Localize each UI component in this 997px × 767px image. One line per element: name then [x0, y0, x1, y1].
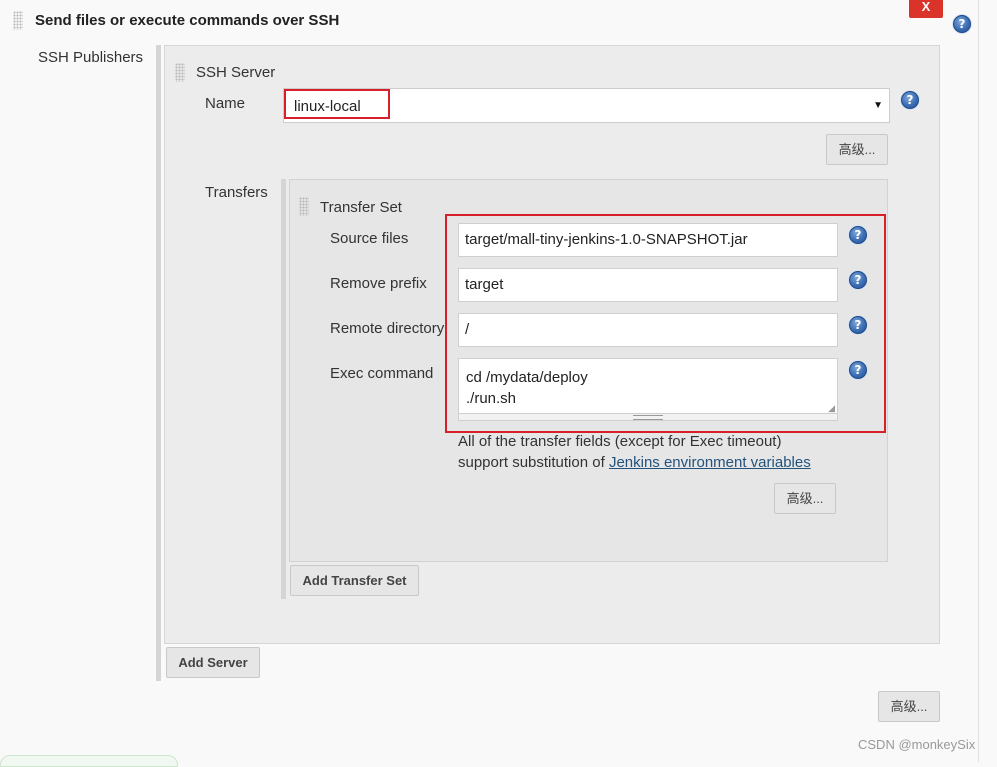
drag-handle-icon[interactable]	[13, 11, 23, 30]
transfer-note: All of the transfer fields (except for E…	[458, 433, 782, 450]
remote-directory-label: Remote directory	[330, 320, 445, 337]
delete-step-button[interactable]: X	[909, 0, 943, 18]
server-advanced-button[interactable]: 高级...	[826, 134, 888, 165]
transfer-advanced-button[interactable]: 高级...	[774, 483, 836, 514]
name-highlight-box	[284, 89, 390, 119]
add-transfer-set-button[interactable]: Add Transfer Set	[290, 565, 419, 596]
bottom-edge-decoration	[0, 755, 178, 767]
drag-handle-icon[interactable]	[299, 197, 309, 216]
add-server-button[interactable]: Add Server	[166, 647, 260, 678]
name-label: Name	[205, 95, 246, 112]
ssh-server-title: SSH Server	[196, 64, 276, 81]
env-vars-link[interactable]: Jenkins environment variables	[609, 454, 811, 471]
help-icon[interactable]: ?	[901, 91, 919, 109]
remove-prefix-label: Remove prefix	[330, 275, 427, 292]
exec-command-label: Exec command	[330, 365, 434, 382]
transfer-set-title: Transfer Set	[320, 199, 402, 216]
transfer-note: support substitution of Jenkins environm…	[458, 454, 811, 471]
step-title: Send files or execute commands over SSH	[35, 12, 340, 29]
help-icon[interactable]: ?	[953, 15, 971, 33]
source-files-label: Source files	[330, 230, 409, 247]
transfer-fields-highlight-box	[445, 214, 886, 433]
note-text: support substitution of	[458, 454, 609, 471]
publishers-advanced-button[interactable]: 高级...	[878, 691, 940, 722]
watermark: CSDN @monkeySix	[858, 737, 976, 752]
publishers-list-bar	[156, 45, 161, 681]
chevron-down-icon: ▼	[873, 100, 883, 111]
drag-handle-icon[interactable]	[175, 63, 185, 82]
ssh-publishers-label: SSH Publishers	[38, 49, 144, 66]
transfers-label: Transfers	[205, 184, 268, 201]
page-divider	[978, 0, 979, 762]
transfers-list-bar	[281, 179, 286, 599]
